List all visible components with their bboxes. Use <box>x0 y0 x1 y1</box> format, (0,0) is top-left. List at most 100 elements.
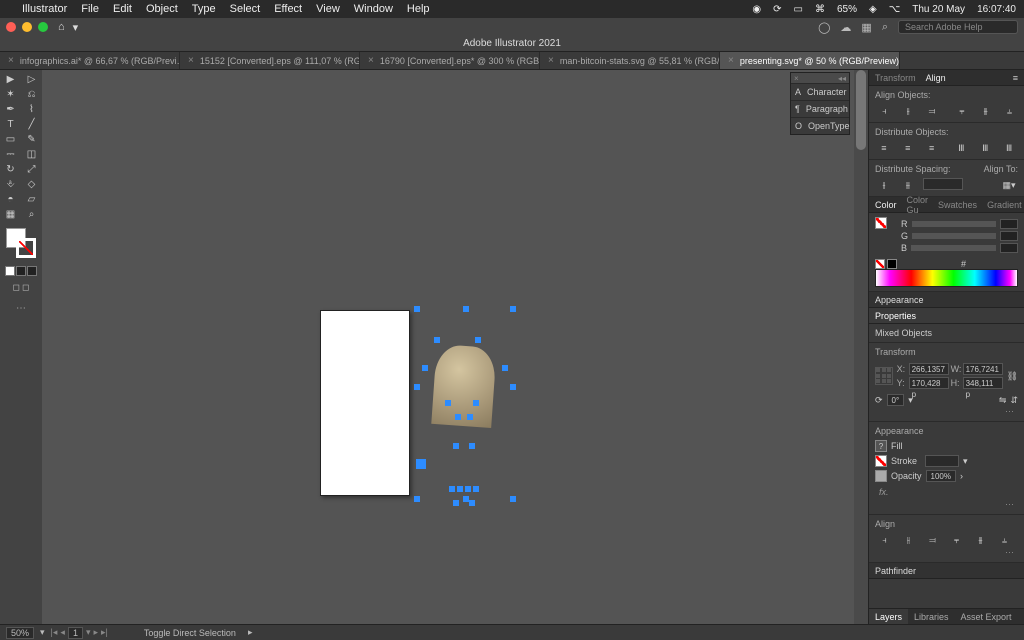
shape-builder-tool[interactable]: ◓ <box>0 192 21 207</box>
transform-more-icon[interactable]: ⋯ <box>875 406 1018 417</box>
black-swatch-icon[interactable] <box>887 259 897 269</box>
menubar-time[interactable]: 16:07:40 <box>977 4 1016 15</box>
dropdown-icon[interactable]: ▾ <box>908 395 913 406</box>
cloud-icon[interactable]: ☁ <box>840 21 851 34</box>
color-fill-swatch[interactable] <box>875 217 887 229</box>
panel-menu-icon[interactable]: ≡ <box>1013 73 1018 83</box>
window-minimize-button[interactable] <box>22 22 32 32</box>
r-slider[interactable] <box>912 221 997 227</box>
align-top-icon[interactable]: ⫧ <box>947 533 965 547</box>
align-right-icon[interactable]: ⫤ <box>923 533 941 547</box>
menubar-wifi-icon[interactable]: ◈ <box>869 4 877 15</box>
tab-16790[interactable]: ×16790 [Converted].eps* @ 300 % (RGB/Pre… <box>360 52 540 69</box>
arrange-icon[interactable]: ▦ <box>861 21 871 34</box>
search-help-input[interactable]: Search Adobe Help <box>898 20 1018 34</box>
color-spectrum[interactable] <box>875 269 1018 287</box>
direct-selection-tool[interactable]: ▷ <box>21 72 42 87</box>
tab-bitcoin[interactable]: ×man-bitcoin-stats.svg @ 55,81 % (RGB/Pr… <box>540 52 720 69</box>
line-tool[interactable]: ╱ <box>21 117 42 132</box>
draw-mode-icon[interactable]: ◻ <box>13 282 20 293</box>
scale-tool[interactable]: ⤢ <box>21 162 42 177</box>
canvas-scrollbar[interactable] <box>854 70 868 624</box>
h-value[interactable]: 348,111 p <box>963 377 1003 389</box>
page-dropdown-icon[interactable]: ▾ <box>86 627 91 638</box>
tab-color-guide[interactable]: Color Gu <box>907 195 929 215</box>
align-to-selection-icon[interactable]: ▦▾ <box>1000 178 1018 192</box>
b-slider[interactable] <box>911 245 996 251</box>
flip-h-icon[interactable]: ⇋ <box>999 395 1007 406</box>
canvas[interactable]: ×◂◂ ACharacter ¶Paragraph OOpenType <box>42 70 868 624</box>
brush-tool[interactable]: ✎ <box>21 132 42 147</box>
menu-type[interactable]: Type <box>192 3 216 15</box>
pathfinder-section-label[interactable]: Pathfinder <box>869 563 1024 579</box>
menu-edit[interactable]: Edit <box>113 3 132 15</box>
lasso-tool[interactable]: ⎌ <box>21 87 42 102</box>
align-left-icon[interactable]: ⫞ <box>875 533 893 547</box>
dist-top-icon[interactable]: ≡ <box>875 141 893 155</box>
fx-label[interactable]: fx. <box>875 485 1018 499</box>
dist-hspace-icon[interactable]: ⫵ <box>899 178 917 192</box>
align-more-icon[interactable]: ⋯ <box>875 547 1018 558</box>
menu-file[interactable]: File <box>81 3 99 15</box>
tab-gradient[interactable]: Gradient <box>987 200 1022 210</box>
stroke-weight[interactable] <box>925 455 959 467</box>
align-right-icon[interactable]: ⫤ <box>923 104 941 118</box>
tab-presenting[interactable]: ×presenting.svg* @ 50 % (RGB/Preview) <box>720 52 900 69</box>
lock-aspect-icon[interactable]: ⛓ <box>1007 371 1018 382</box>
curvature-tool[interactable]: ⌇ <box>21 102 42 117</box>
menubar-bluetooth-icon[interactable]: ⌘ <box>815 4 825 15</box>
tab-transform[interactable]: Transform <box>875 73 916 83</box>
menu-effect[interactable]: Effect <box>274 3 302 15</box>
close-icon[interactable]: × <box>188 55 194 66</box>
menubar-date[interactable]: Thu 20 May <box>912 4 965 15</box>
tab-swatches[interactable]: Swatches <box>938 200 977 210</box>
dropdown-icon[interactable]: › <box>960 471 963 481</box>
status-dropdown-icon[interactable]: ▸ <box>248 627 253 638</box>
chevron-down-icon[interactable]: ▾ <box>73 21 79 34</box>
type-panel-character[interactable]: ACharacter <box>791 83 849 100</box>
dist-left-icon[interactable]: Ⅲ <box>952 141 970 155</box>
menu-view[interactable]: View <box>316 3 340 15</box>
screen-mode-icon[interactable]: ◻ <box>22 282 29 293</box>
align-vcenter-icon[interactable]: ⫵ <box>971 533 989 547</box>
r-value[interactable] <box>1000 219 1018 229</box>
align-bottom-icon[interactable]: ⫨ <box>1000 104 1018 118</box>
menu-select[interactable]: Select <box>230 3 261 15</box>
menubar-battery[interactable]: 65% <box>837 4 857 15</box>
tab-libraries[interactable]: Libraries <box>908 609 955 624</box>
stroke-icon[interactable] <box>875 455 887 467</box>
align-hcenter-icon[interactable]: ⫲ <box>899 104 917 118</box>
menubar-record-icon[interactable]: ◉ <box>752 4 761 15</box>
tab-asset-export[interactable]: Asset Export <box>955 609 1018 624</box>
tab-infographics[interactable]: ×infographics.ai* @ 66,67 % (RGB/Previ… <box>0 52 180 69</box>
close-icon[interactable]: × <box>368 55 374 66</box>
tab-color[interactable]: Color <box>875 200 897 210</box>
dist-right-icon[interactable]: Ⅲ <box>1000 141 1018 155</box>
w-value[interactable]: 176,7241 <box>963 363 1003 375</box>
gradient-tool[interactable]: ▦ <box>0 207 21 222</box>
selection-tool[interactable]: ▶ <box>0 72 21 87</box>
properties-panel-title[interactable]: Properties <box>869 308 1024 324</box>
tab-layers[interactable]: Layers <box>869 609 908 624</box>
window-maximize-button[interactable] <box>38 22 48 32</box>
flip-v-icon[interactable]: ⇵ <box>1010 395 1018 406</box>
menu-window[interactable]: Window <box>354 3 393 15</box>
align-bottom-icon[interactable]: ⫨ <box>995 533 1013 547</box>
perspective-tool[interactable]: ▱ <box>21 192 42 207</box>
user-icon[interactable]: ◯ <box>818 21 830 34</box>
align-hcenter-icon[interactable]: ⫲ <box>899 533 917 547</box>
window-close-button[interactable] <box>6 22 16 32</box>
tab-align[interactable]: Align <box>926 73 946 83</box>
rectangle-tool[interactable]: ▭ <box>0 132 21 147</box>
menubar-display-icon[interactable]: ▭ <box>794 4 803 15</box>
search-icon[interactable]: ⌕ <box>882 21 888 34</box>
first-page-icon[interactable]: |◂ <box>51 627 58 638</box>
magic-wand-tool[interactable]: ✶ <box>0 87 21 102</box>
align-left-icon[interactable]: ⫞ <box>875 104 893 118</box>
b-value[interactable] <box>1000 243 1018 253</box>
align-vcenter-icon[interactable]: ⫵ <box>976 104 994 118</box>
spacing-value[interactable] <box>923 178 963 190</box>
next-page-icon[interactable]: ▸ <box>93 627 98 638</box>
zoom-level[interactable]: 50% <box>6 627 34 639</box>
appearance-panel-title[interactable]: Appearance <box>869 292 1024 308</box>
